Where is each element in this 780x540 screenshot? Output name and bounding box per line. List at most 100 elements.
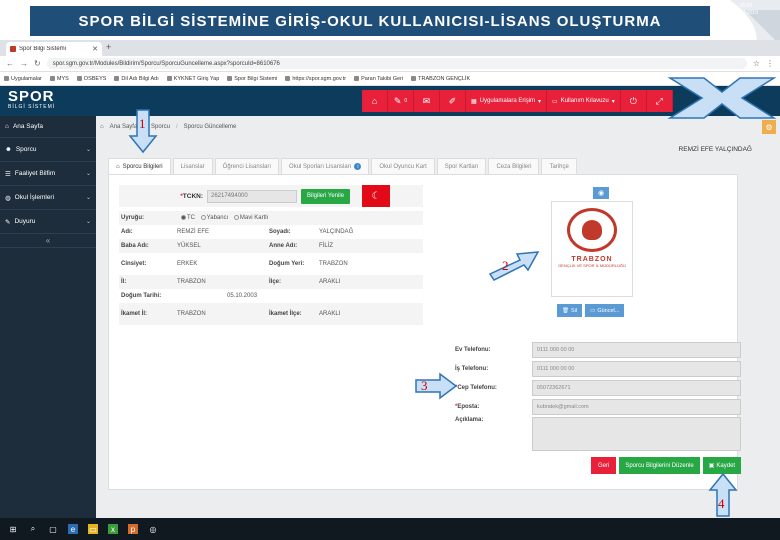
applications-menu[interactable]: ▦ Uygulamalara Erişim ▾ — [466, 90, 548, 112]
start-icon[interactable]: ⊞ — [8, 524, 18, 534]
app-logo[interactable]: SPOR BİLGİ SİSTEMİ — [8, 89, 68, 113]
expand-icon: ⤢ — [655, 95, 663, 106]
bookmark-item[interactable]: OSBEYS — [76, 76, 106, 82]
photo-actions: 🗑 Sil ▭ Güncel... — [557, 304, 625, 317]
sidebar: ⌂ Ana Sayfa ☻ Sporcu ⌄ ☰ Faaliyet Bilfim… — [0, 116, 96, 518]
slide: SPOR BİLGİ SİSTEMİNE GİRİŞ-OKUL KULLANIC… — [0, 0, 780, 540]
bookmark-icon — [49, 76, 55, 81]
manual-menu[interactable]: ▭ Kullanım Kılavuzu ▾ — [547, 90, 621, 112]
reload-icon[interactable]: ↻ — [34, 59, 41, 68]
browser-tab[interactable]: Spor Bilgi Sistemi ✕ — [6, 42, 102, 56]
radio-blue-card[interactable] — [233, 214, 239, 220]
tab-school-sports-licenses[interactable]: Okul Sporları Lisansları i — [281, 158, 370, 174]
radio-foreign[interactable] — [200, 214, 206, 220]
tab-penalties[interactable]: Ceza Bilgileri — [488, 158, 540, 174]
bookmark-item[interactable]: TRABZON GENÇLİK — [411, 76, 470, 82]
annotation-number: 3 — [421, 378, 428, 393]
search-icon[interactable]: ⌕ — [28, 524, 38, 534]
chevron-down-icon: ⌄ — [85, 147, 91, 153]
email-input[interactable]: kubratek@gmail.com — [531, 399, 741, 415]
camera-button[interactable]: ◉ — [593, 187, 609, 199]
camera-icon: ◉ — [597, 190, 605, 197]
bookmark-item[interactable]: KYKNET Giriş Yap — [166, 76, 219, 82]
tab-student-licenses[interactable]: Öğrenci Lisansları — [214, 158, 280, 174]
refresh-info-button[interactable]: Bilgileri Yenile — [301, 188, 351, 204]
home-button[interactable]: ⌂ — [362, 90, 388, 112]
sidebar-item-announcements[interactable]: ✎ Duyuru ⌄ — [0, 210, 96, 234]
home-icon: ⌂ — [371, 96, 378, 106]
logout-button[interactable]: ⏻ — [620, 90, 647, 112]
taskbar-clock: 15:29 23.11.2019 — [733, 3, 758, 16]
forward-icon[interactable]: → — [20, 59, 28, 68]
sidebar-item-school[interactable]: ◍ Okul İşlemleri ⌄ — [0, 186, 96, 210]
close-icon[interactable]: ✕ — [92, 45, 98, 53]
turkey-flag-icon: ☾ — [362, 185, 391, 207]
folder-icon[interactable]: ▭ — [88, 524, 98, 534]
favicon-icon — [10, 46, 16, 52]
bookmark-item[interactable]: Paran Takibi Geri — [354, 76, 403, 82]
chrome-icon[interactable]: ◎ — [148, 524, 158, 534]
info-row: Adı: REMZİ EFE Soyadı: YALÇINDAĞ — [121, 229, 354, 235]
url-input[interactable]: spor.sgm.gov.tr/Modules/Bildirim/Sporcu/… — [46, 58, 747, 69]
delete-photo-button[interactable]: 🗑 Sil — [557, 304, 583, 317]
breadcrumb-separator: / — [176, 124, 178, 130]
sidebar-item-athlete[interactable]: ☻ Sporcu ⌄ — [0, 138, 96, 162]
bookmark-icon — [166, 76, 172, 81]
bookmark-item[interactable]: https://spor.sgm.gov.tr — [285, 76, 346, 82]
tckn-input[interactable]: 26217494000 — [207, 189, 297, 203]
tab-licenses[interactable]: Lisanslar — [172, 158, 213, 174]
power-icon: ⏻ — [629, 95, 637, 106]
new-tab-icon[interactable]: + — [106, 42, 111, 52]
home-icon: ⌂ — [100, 124, 104, 130]
person-name: REMZİ EFE YALÇINDAĞ — [678, 146, 752, 153]
work-phone-row: İş Telefonu: 0111 000 00 00 — [449, 360, 741, 378]
tab-sport-cards[interactable]: Spor Kartları — [436, 158, 487, 174]
mail-icon: ✉ — [422, 95, 431, 106]
sidebar-item-home[interactable]: ⌂ Ana Sayfa — [0, 116, 96, 138]
notes-row: Açıklama: — [449, 417, 741, 453]
info-icon: i — [354, 163, 362, 170]
bookmark-item[interactable]: Uygulamalar — [4, 76, 42, 82]
back-icon[interactable]: ← — [6, 59, 14, 68]
home-icon: ⌂ — [116, 163, 120, 170]
main-content: ⌂ Ana Sayfa / Sporcu / Sporcu Güncelleme… — [96, 116, 780, 518]
home-phone-input[interactable]: 0111 000 00 00 — [531, 342, 741, 358]
athlete-photo: TRABZON GENÇLİK VE SPOR İL MÜDÜRLÜĞÜ — [551, 201, 633, 297]
sidebar-collapse-button[interactable]: « — [0, 234, 96, 248]
back-button[interactable]: Geri — [591, 457, 617, 474]
pen-button[interactable]: ✐ — [440, 90, 466, 112]
task-view-icon[interactable]: ▢ — [48, 524, 58, 534]
notifications-button[interactable]: ✎ 0 — [388, 90, 414, 112]
excel-icon[interactable]: x — [108, 524, 118, 534]
settings-button[interactable]: ⚙ — [762, 120, 776, 134]
bookmark-item[interactable]: MYS — [49, 76, 69, 82]
annotation-arrow-2 — [488, 251, 540, 281]
tab-history[interactable]: Tarihçe — [541, 158, 577, 174]
grid-icon: ▦ — [471, 98, 477, 105]
annotation-cross — [667, 77, 777, 119]
radio-tc[interactable] — [181, 214, 186, 220]
bookmark-icon — [76, 76, 82, 81]
users-icon: ☻ — [5, 146, 12, 153]
bookmark-item[interactable]: Spor Bilgi Sistemi — [227, 76, 277, 82]
messages-button[interactable]: ✉ — [414, 90, 440, 112]
mobile-input[interactable]: 05072362671 — [531, 380, 741, 396]
bookmark-icon — [227, 76, 233, 81]
notes-textarea[interactable] — [531, 417, 741, 451]
info-row: İl: TRABZON İlçe: ARAKLI — [119, 275, 423, 289]
chevron-down-icon: ⌄ — [85, 195, 91, 201]
nationality-row: Uyruğu: TC Yabancı Mavi Kartlı — [119, 211, 423, 225]
mobile-row: *Cep Telefonu: 05072362671 — [449, 379, 741, 397]
work-phone-input[interactable]: 0111 000 00 00 — [531, 361, 741, 377]
sidebar-item-activities[interactable]: ☰ Faaliyet Bilfim ⌄ — [0, 162, 96, 186]
upload-photo-button[interactable]: ▭ Güncel... — [585, 304, 625, 317]
star-icon[interactable]: ☆ — [753, 59, 760, 68]
breadcrumb-item: Sporcu Güncelleme — [183, 124, 237, 130]
bookmark-item[interactable]: Dil Adı Bilgi Adı — [114, 76, 159, 82]
edge-icon[interactable]: e — [68, 524, 78, 534]
powerpoint-icon[interactable]: p — [128, 524, 138, 534]
tab-school-player-card[interactable]: Okul Oyuncu Kart — [371, 158, 435, 174]
edit-athlete-button[interactable]: Sporcu Bilgilerini Düzenle — [619, 457, 700, 474]
menu-icon[interactable]: ⋮ — [766, 59, 774, 68]
tab-athlete-info[interactable]: ⌂ Sporcu Bilgileri — [108, 158, 171, 174]
